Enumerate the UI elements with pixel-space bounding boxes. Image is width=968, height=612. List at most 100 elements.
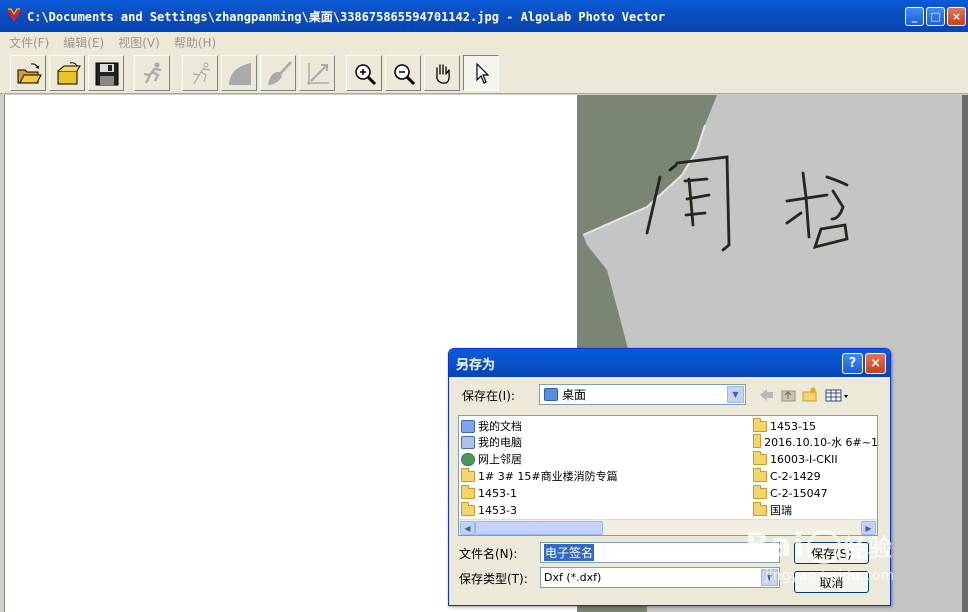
- filetype-label: 保存类型(T):: [459, 572, 528, 586]
- dialog-title-bar: 另存为: [449, 349, 890, 377]
- runner-line-icon: [192, 62, 211, 85]
- folder-icon: [753, 451, 767, 465]
- filetype-value: Dxf (*.dxf): [544, 571, 602, 584]
- list-item[interactable]: C-2-1429: [753, 468, 878, 484]
- zoom-out-button[interactable]: [385, 55, 421, 91]
- list-item-label: 网上邻居: [478, 453, 522, 466]
- filename-value: 电子签名: [544, 544, 595, 561]
- save-in-label: 保存在(I):: [462, 389, 515, 403]
- folder-icon: [753, 502, 767, 516]
- list-item[interactable]: C-2-15047: [753, 485, 878, 501]
- dialog-help-button[interactable]: ?: [842, 353, 863, 374]
- filename-label: 文件名(N):: [459, 547, 518, 561]
- watermark-logo: Bai 经验: [745, 526, 893, 564]
- zoom-in-icon: [355, 64, 377, 86]
- minimize-icon: _: [911, 10, 918, 23]
- folder-icon: [461, 467, 475, 482]
- toolbar: [0, 52, 968, 94]
- back-icon[interactable]: [760, 389, 773, 401]
- maximize-icon: □: [930, 10, 941, 23]
- chevron-down-icon: ▼: [727, 386, 744, 403]
- my-computer-icon: [461, 435, 475, 449]
- nav-toolbar: [760, 387, 848, 402]
- list-item-label: 2016.10.10-水 6#~1: [764, 436, 878, 449]
- list-item-label: 国瑞: [770, 504, 792, 517]
- hand-pan-icon: [436, 64, 450, 84]
- list-item[interactable]: 我的文档: [461, 418, 522, 434]
- paw-icon: [806, 530, 841, 564]
- list-item-label: C-2-1429: [770, 469, 821, 483]
- list-item-label: 1453-3: [478, 503, 517, 517]
- dialog-close-button[interactable]: ×: [865, 353, 886, 374]
- menu-view[interactable]: 视图(V): [118, 34, 160, 51]
- dialog-title: 另存为: [456, 357, 496, 373]
- list-item-label: 1# 3# 15#商业楼消防专篇: [478, 470, 618, 483]
- new-folder-icon[interactable]: [802, 387, 817, 402]
- maximize-button[interactable]: □: [926, 7, 945, 26]
- pointer-arrow-icon: [476, 62, 490, 84]
- folder-icon: [753, 418, 767, 432]
- my-documents-icon: [461, 419, 475, 433]
- open-image-icon: [57, 62, 81, 85]
- vector-button: [299, 55, 335, 91]
- brush-button: [260, 55, 296, 91]
- open-image-button[interactable]: [49, 55, 85, 91]
- list-item[interactable]: 16003-I-CKII: [753, 451, 878, 467]
- menu-file[interactable]: 文件(F): [9, 34, 49, 51]
- list-item-label: 我的电脑: [478, 436, 522, 449]
- pan-button[interactable]: [424, 55, 460, 91]
- run-button: [134, 55, 170, 91]
- save-in-dropdown[interactable]: 桌面 ▼: [539, 384, 746, 405]
- menu-bar: 文件(F) 编辑(E) 视图(V) 帮助(H): [0, 32, 968, 52]
- trace-button: [182, 55, 218, 91]
- list-item[interactable]: 1# 3# 15#商业楼消防专篇: [461, 467, 618, 484]
- scroll-left-icon[interactable]: ◀: [460, 521, 475, 535]
- minimize-button[interactable]: _: [905, 7, 924, 26]
- list-item-label: 我的文档: [478, 420, 522, 433]
- close-icon: ×: [870, 356, 881, 371]
- curve-button: [221, 55, 257, 91]
- zoom-in-button[interactable]: [346, 55, 382, 91]
- save-button[interactable]: [88, 55, 124, 91]
- brush-icon: [268, 61, 292, 85]
- filetype-dropdown[interactable]: Dxf (*.dxf) ▼: [540, 567, 780, 588]
- up-folder-icon[interactable]: [781, 390, 796, 402]
- select-button[interactable]: [463, 55, 499, 91]
- menu-edit[interactable]: 编辑(E): [63, 34, 104, 51]
- folder-icon: [753, 485, 767, 499]
- view-menu-icon[interactable]: [825, 389, 848, 402]
- runner-icon: [143, 62, 162, 84]
- folder-icon: [461, 501, 475, 516]
- list-item[interactable]: 2016.10.10-水 6#~1: [753, 434, 878, 450]
- watermark-url: jingyan.baidu.com: [765, 568, 895, 584]
- open-button[interactable]: [10, 55, 46, 91]
- list-item-label: 16003-I-CKII: [770, 452, 838, 466]
- help-icon: ?: [848, 356, 857, 371]
- list-item[interactable]: 1453-3: [461, 501, 517, 518]
- close-button[interactable]: ×: [947, 7, 966, 26]
- list-item[interactable]: 我的电脑: [461, 434, 522, 450]
- scrollbar-thumb[interactable]: [475, 521, 603, 535]
- curve-shape-icon: [229, 63, 251, 85]
- list-item[interactable]: 网上邻居: [461, 451, 522, 467]
- desktop-icon: [544, 388, 558, 401]
- list-item[interactable]: 国瑞: [753, 502, 878, 518]
- menu-help[interactable]: 帮助(H): [174, 34, 216, 51]
- list-item[interactable]: 1453-15: [753, 418, 878, 434]
- open-folder-icon: [17, 63, 42, 84]
- list-item[interactable]: 1453-1: [461, 484, 517, 501]
- filename-field[interactable]: 电子签名: [540, 542, 780, 563]
- list-item-label: C-2-15047: [770, 486, 828, 500]
- close-icon: ×: [951, 10, 962, 23]
- list-item-label: 1453-15: [770, 419, 816, 433]
- folder-icon: [461, 484, 475, 499]
- title-bar: C:\Documents and Settings\zhangpanming\桌…: [0, 0, 968, 32]
- app-logo-icon: [5, 7, 23, 25]
- save-disk-icon: [95, 62, 119, 86]
- folder-icon: [753, 468, 767, 482]
- zoom-out-icon: [394, 64, 416, 86]
- folder-icon: [753, 434, 762, 448]
- file-list[interactable]: 我的文档 我的电脑 网上邻居 1# 3# 15#商业楼消防专篇 1453-1 1…: [458, 415, 878, 536]
- window-title: C:\Documents and Settings\zhangpanming\桌…: [27, 9, 666, 24]
- save-in-value: 桌面: [562, 388, 587, 402]
